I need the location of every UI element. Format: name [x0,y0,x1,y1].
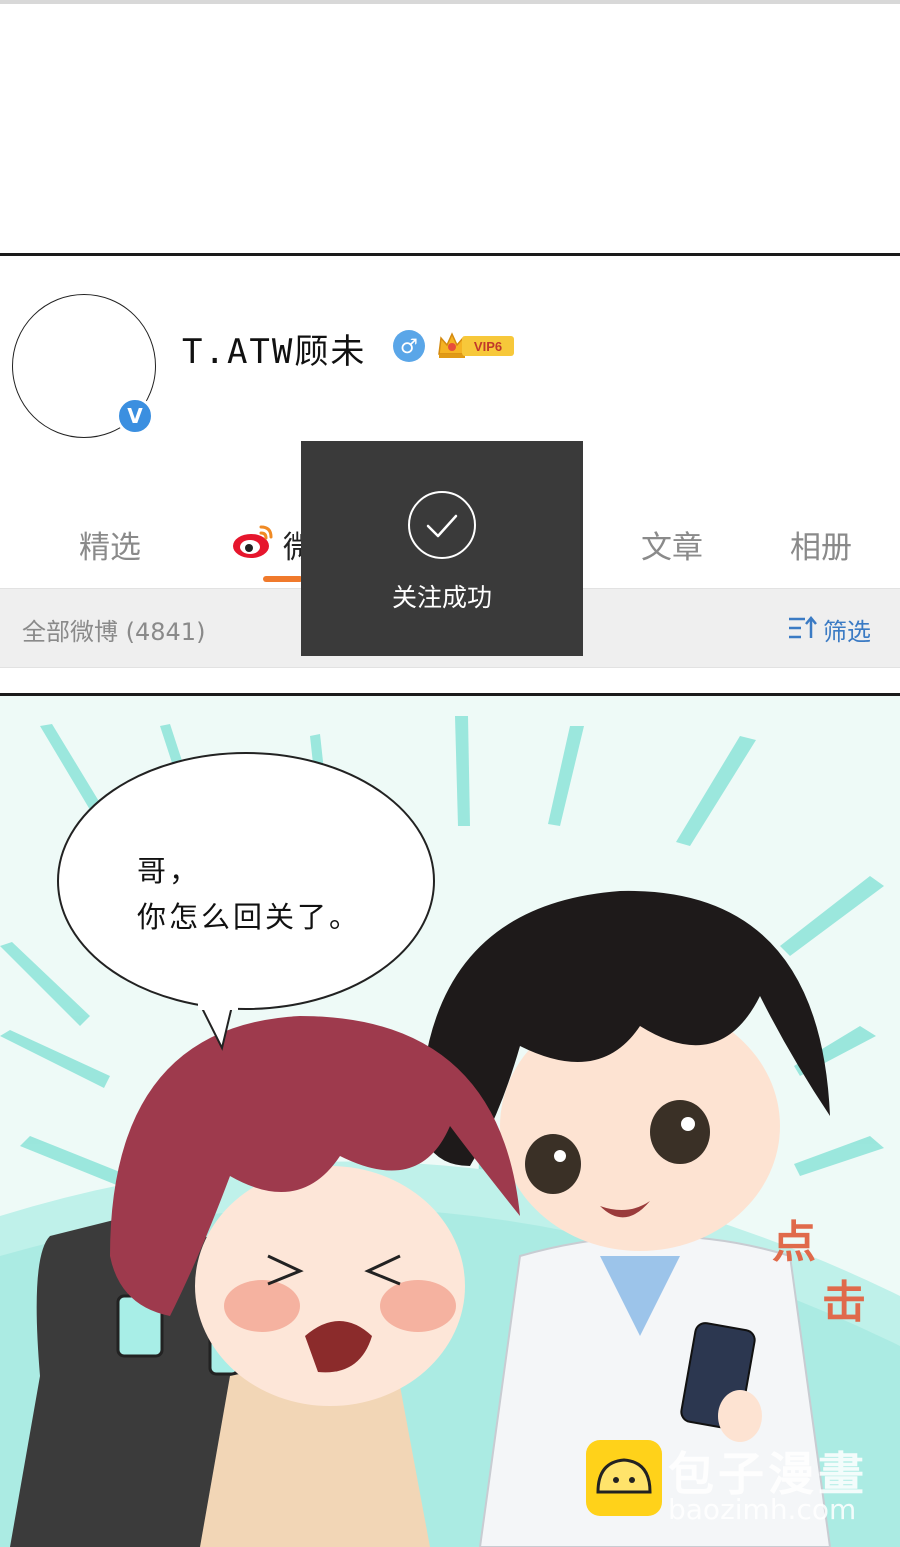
filter-icon[interactable] [787,615,819,641]
sfx-click-2: 击 [822,1277,866,1328]
speech-line-2: 你怎么回关了。 [137,900,362,934]
watermark-logo [586,1440,662,1516]
toast-message: 关注成功 [391,583,492,612]
top-strip [0,0,900,4]
comic-illustration [0,716,900,1547]
tab-albums[interactable]: 相册 [790,522,852,567]
filter-button[interactable]: 筛选 [823,612,871,647]
vip-label: VIP6 [462,336,514,356]
male-icon: ♂ [393,330,425,362]
all-weibo-count[interactable]: 全部微博 (4841) [22,612,205,647]
username: T.ATW顾未 [182,332,367,372]
speech-line-1: 哥， [137,854,202,888]
tab-articles[interactable]: 文章 [641,522,703,567]
verified-icon: V [116,397,154,435]
follow-success-toast: 关注成功 [301,441,583,656]
weibo-icon [233,525,273,558]
comic-panel: 哥， 你怎么回关了。 点 击 包子漫畫 baozimh.com [0,696,900,1547]
sfx-click-1: 点 [772,1217,816,1268]
watermark-url: baozimh.com [668,1493,857,1526]
tab-featured[interactable]: 精选 [79,522,141,567]
active-tab-indicator [263,576,303,582]
vip-badge[interactable]: VIP6 [436,330,516,360]
checkmark-icon [408,491,476,559]
